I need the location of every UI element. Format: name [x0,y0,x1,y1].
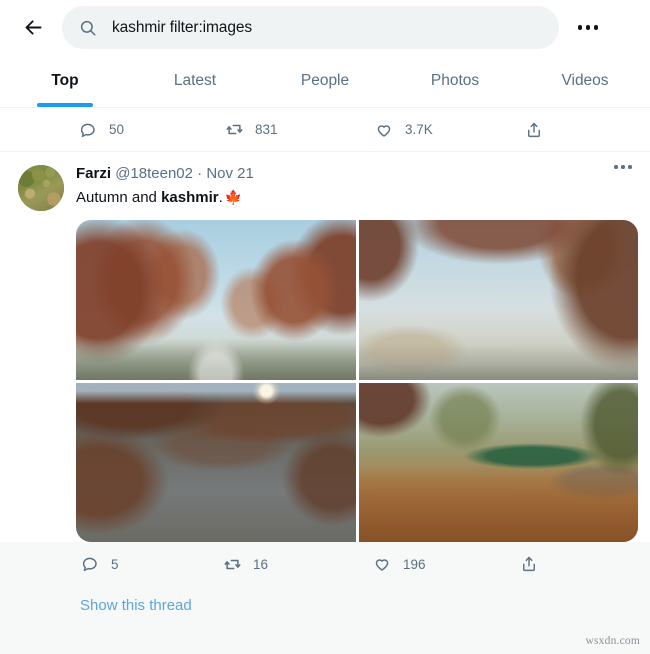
reply-button[interactable]: 5 [80,554,222,574]
tab-people[interactable]: People [260,55,390,107]
heart-icon [374,120,394,140]
tweet-media-grid[interactable] [76,220,638,543]
author-handle: @18teen02 [115,165,193,182]
comment-icon [80,554,100,574]
tweet-author-line: Farzi @18teen02 · Nov 21 [76,165,604,184]
like-button[interactable]: 196 [372,554,519,574]
media-image-4[interactable] [358,382,638,543]
back-button[interactable] [14,9,52,47]
like-count-top: 3.7K [405,121,433,137]
media-image-2[interactable] [358,220,638,380]
show-thread-link[interactable]: Show this thread [80,597,192,614]
like-button-top[interactable]: 3.7K [374,120,524,140]
tab-top[interactable]: Top [0,55,130,107]
tweet-text-before: Autumn and [76,189,162,206]
more-horizontal-icon [614,165,632,169]
retweet-button[interactable]: 16 [222,554,372,574]
thread-row: Show this thread [0,586,650,615]
tab-videos[interactable]: Videos [520,55,650,107]
avatar-image [18,165,64,211]
tab-top-label: Top [51,72,79,89]
tab-latest[interactable]: Latest [130,55,260,107]
tweet-header: Farzi @18teen02 · Nov 21 [76,165,632,185]
share-button-top[interactable] [524,120,544,140]
more-horizontal-icon [578,25,598,30]
search-input[interactable] [112,18,543,37]
back-arrow-icon [23,17,44,38]
tweet-text-after: . [218,189,223,206]
tweet-text: Autumn and kashmir. 🍁 [76,188,632,208]
tab-photos[interactable]: Photos [390,55,520,107]
avatar[interactable] [18,165,64,211]
retweet-count-top: 831 [255,121,278,137]
search-icon [78,18,98,38]
author-display-name[interactable]: Farzi [76,165,111,182]
tweet-card[interactable]: Farzi @18teen02 · Nov 21 Autumn and kash… [0,152,650,543]
retweet-icon [222,554,242,574]
reply-button-top[interactable]: 50 [78,120,224,140]
retweet-count: 16 [253,556,269,572]
previous-tweet-action-bar: 50 831 3.7K [0,108,650,151]
heart-icon [372,554,392,574]
reply-count: 5 [111,556,119,572]
tweet-text-highlight: kashmir [161,189,219,206]
search-bar[interactable] [62,6,559,49]
share-button[interactable] [519,554,539,574]
share-icon [524,120,544,140]
header-more-button[interactable] [571,11,605,45]
tweet-action-bar: 5 16 196 [0,542,650,586]
separator-dot: · [197,165,203,182]
search-header [0,0,650,55]
comment-icon [78,120,98,140]
reply-count-top: 50 [109,121,125,137]
twitter-search-results-screen: Top Latest People Photos Videos [0,0,650,654]
tweet-date[interactable]: Nov 21 [206,165,254,182]
tweet-body: Farzi @18teen02 · Nov 21 Autumn and kash… [64,165,638,543]
like-count: 196 [403,556,426,572]
retweet-button-top[interactable]: 831 [224,120,374,140]
search-tabs: Top Latest People Photos Videos [0,55,650,108]
tab-people-label: People [300,72,350,89]
tab-photos-label: Photos [430,72,480,89]
share-icon [519,554,539,574]
maple-leaf-emoji: 🍁 [224,189,243,205]
watermark: wsxdn.com [585,635,640,647]
retweet-icon [224,120,244,140]
media-image-3[interactable] [76,382,356,543]
media-image-1[interactable] [76,220,356,380]
tweet-more-button[interactable] [604,165,632,185]
tab-videos-label: Videos [561,72,609,89]
tab-latest-label: Latest [173,72,217,89]
